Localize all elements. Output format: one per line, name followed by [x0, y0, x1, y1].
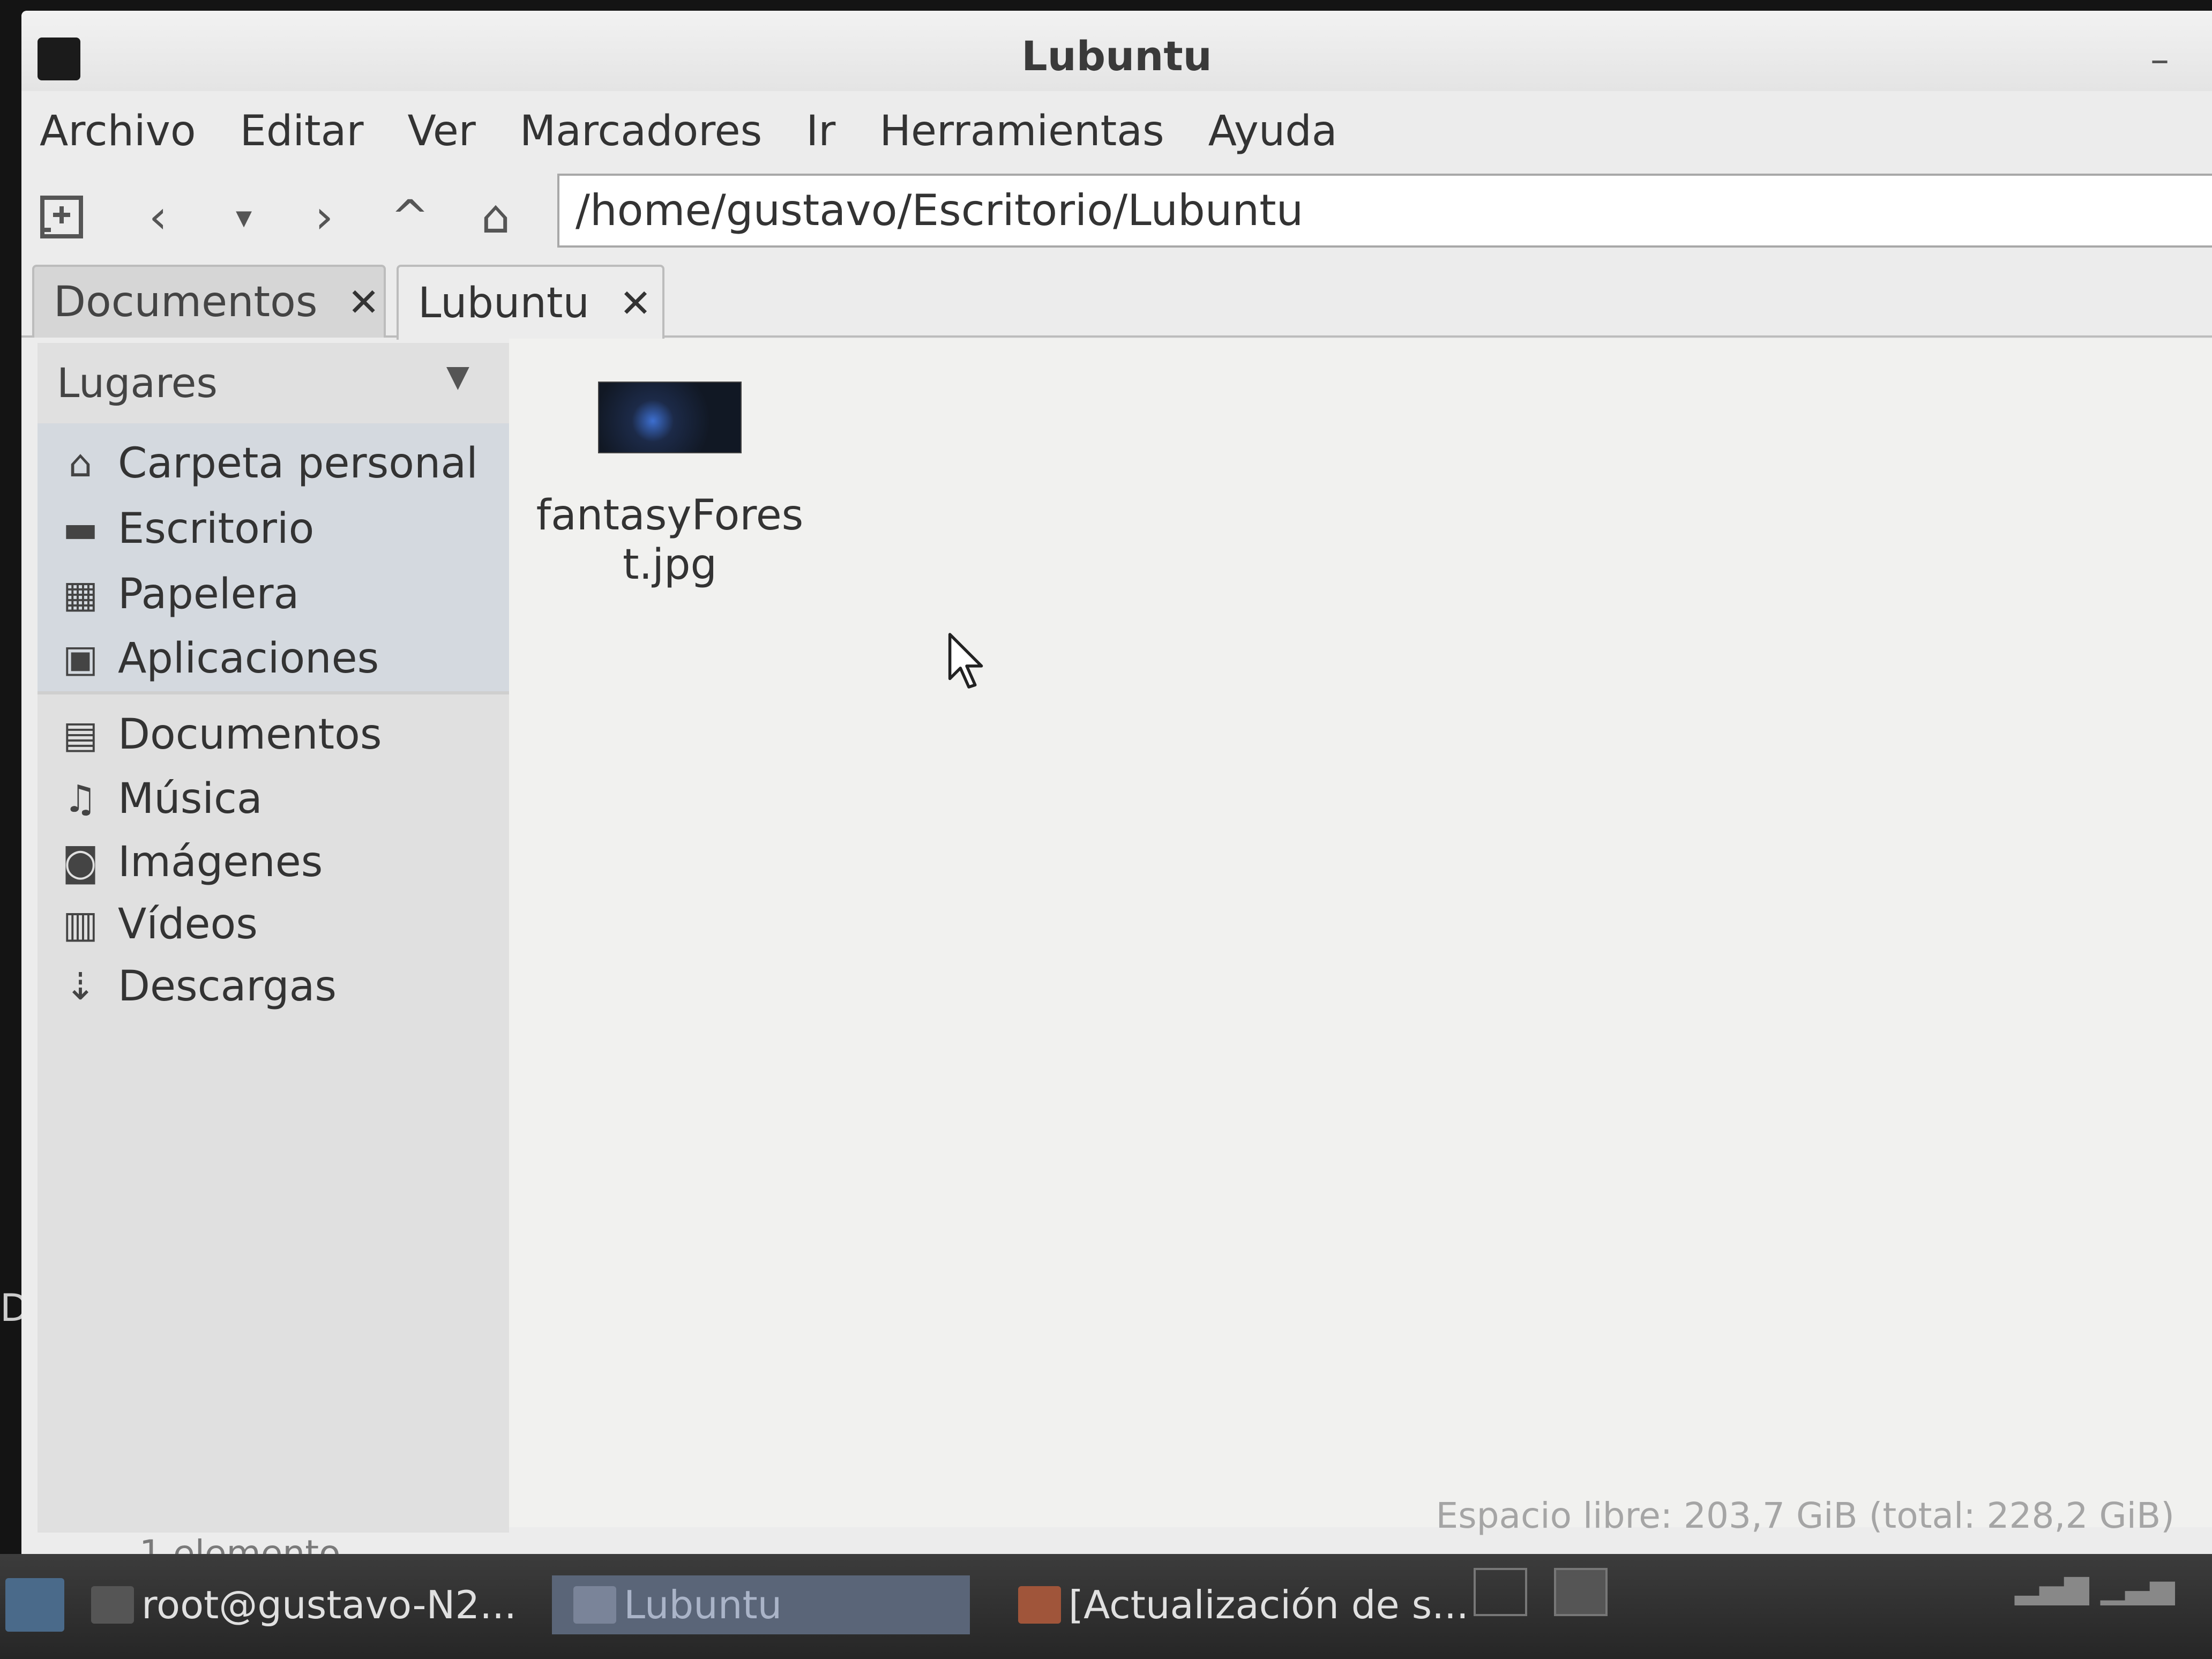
toolbar: ‹ ▾ › ^ ⌂ /home/gustavo/Escritorio/Lubun… [21, 166, 2212, 257]
new-tab-icon [40, 196, 83, 238]
up-button[interactable]: ^ [380, 188, 439, 246]
places-header-label: Lugares [57, 359, 218, 407]
taskbar: root@gustavo-N2... Lubuntu [Actualizació… [0, 1554, 2212, 1659]
menubar: Archivo Editar Ver Marcadores Ir Herrami… [21, 96, 2212, 166]
sidebar-item-descargas[interactable]: ⇣ Descargas [59, 957, 337, 1016]
sidebar-item-label: Descargas [118, 962, 337, 1011]
sidebar-item-aplicaciones[interactable]: ▣ Aplicaciones [59, 629, 379, 688]
start-menu-icon [5, 1578, 64, 1632]
titlebar[interactable]: Lubuntu – [21, 11, 2212, 91]
sidebar-item-videos[interactable]: ▥ Vídeos [59, 895, 258, 954]
downloads-icon: ⇣ [64, 965, 96, 1008]
sidebar-item-label: Vídeos [118, 900, 258, 948]
sidebar-item-label: Carpeta personal [118, 439, 478, 488]
free-space: Espacio libre: 203,7 GiB (total: 228,2 G… [1436, 1495, 2174, 1536]
task-file-manager[interactable]: Lubuntu [552, 1575, 970, 1634]
image-thumbnail [598, 382, 742, 453]
network-icon[interactable]: ▂▄▆ [2015, 1568, 2089, 1616]
music-icon: ♫ [63, 777, 98, 821]
documents-icon: ▤ [62, 713, 99, 757]
task-label: [Actualización de s... [1068, 1582, 1469, 1627]
pictures-icon: ◙ [62, 840, 99, 884]
tab-documentos[interactable]: Documentos ✕ [32, 265, 386, 338]
sidebar-item-carpeta-personal[interactable]: ⌂ Carpeta personal [59, 434, 478, 493]
task-label: root@gustavo-N2... [141, 1582, 517, 1627]
terminal-icon [91, 1586, 134, 1624]
tab-label: Lubuntu [418, 279, 589, 327]
sidebar-item-documentos[interactable]: ▤ Documentos [59, 705, 382, 764]
new-tab-button[interactable] [32, 188, 91, 246]
tab-bar: Documentos ✕ Lubuntu ✕ [21, 257, 2212, 340]
back-button[interactable]: ‹ [129, 188, 188, 246]
forward-button[interactable]: › [295, 188, 354, 246]
minimize-button[interactable]: – [2150, 38, 2169, 81]
menu-ver[interactable]: Ver [408, 107, 476, 155]
menu-herramientas[interactable]: Herramientas [879, 107, 1164, 155]
sidebar-item-label: Escritorio [118, 505, 315, 553]
chevron-down-icon[interactable]: ▼ [446, 359, 469, 394]
sidebar-item-label: Imágenes [118, 838, 323, 886]
home-button[interactable]: ⌂ [466, 188, 525, 246]
menu-marcadores[interactable]: Marcadores [520, 107, 762, 155]
desktop-icon: ▬ [62, 507, 99, 551]
file-manager-window: Lubuntu – Archivo Editar Ver Marcadores … [21, 11, 2212, 1575]
sidebar-item-label: Aplicaciones [118, 634, 379, 683]
close-tab-icon[interactable]: ✕ [619, 281, 652, 326]
menu-ayuda[interactable]: Ayuda [1208, 107, 1337, 155]
sidebar: Lugares ▼ ⌂ Carpeta personal ▬ Escritori… [38, 343, 509, 1533]
places-header[interactable]: Lugares ▼ [57, 359, 480, 418]
task-updates[interactable]: [Actualización de s... [1018, 1575, 1469, 1634]
menu-editar[interactable]: Editar [240, 107, 364, 155]
sidebar-item-musica[interactable]: ♫ Música [59, 769, 263, 828]
file-item[interactable]: fantasyForest.jpg [530, 382, 809, 589]
close-tab-icon[interactable]: ✕ [347, 280, 379, 325]
sidebar-item-label: Papelera [118, 570, 300, 618]
sidebar-separator [38, 691, 509, 694]
sidebar-item-papelera[interactable]: ▦ Papelera [59, 565, 299, 624]
task-label: Lubuntu [624, 1582, 782, 1627]
update-icon [1018, 1586, 1061, 1624]
file-name: fantasyForest.jpg [536, 491, 804, 589]
sidebar-item-label: Documentos [118, 711, 382, 759]
home-icon: ⌂ [68, 442, 93, 485]
history-dropdown-button[interactable]: ▾ [214, 188, 273, 246]
path-input[interactable]: /home/gustavo/Escritorio/Lubuntu [557, 174, 2212, 248]
menu-archivo[interactable]: Archivo [40, 107, 196, 155]
workspace-1-icon[interactable] [1474, 1568, 1527, 1616]
menu-ir[interactable]: Ir [806, 107, 835, 155]
trash-icon: ▦ [62, 572, 99, 616]
task-terminal[interactable]: root@gustavo-N2... [91, 1575, 517, 1634]
sidebar-item-label: Música [118, 775, 263, 823]
signal-icon[interactable]: ▁▃▅ [2101, 1568, 2174, 1616]
applications-icon: ▣ [62, 637, 99, 681]
folder-icon [573, 1586, 616, 1624]
videos-icon: ▥ [62, 902, 99, 946]
window-title: Lubuntu [1021, 32, 1212, 80]
workspace-2-icon[interactable] [1554, 1568, 1608, 1616]
sidebar-item-escritorio[interactable]: ▬ Escritorio [59, 499, 314, 558]
tab-lubuntu[interactable]: Lubuntu ✕ [397, 265, 664, 340]
mouse-cursor-icon [948, 633, 983, 689]
start-menu-button[interactable] [5, 1575, 64, 1634]
file-view[interactable]: fantasyForest.jpg [509, 339, 2212, 1527]
sidebar-item-imagenes[interactable]: ◙ Imágenes [59, 833, 323, 892]
tab-label: Documentos [54, 278, 318, 326]
